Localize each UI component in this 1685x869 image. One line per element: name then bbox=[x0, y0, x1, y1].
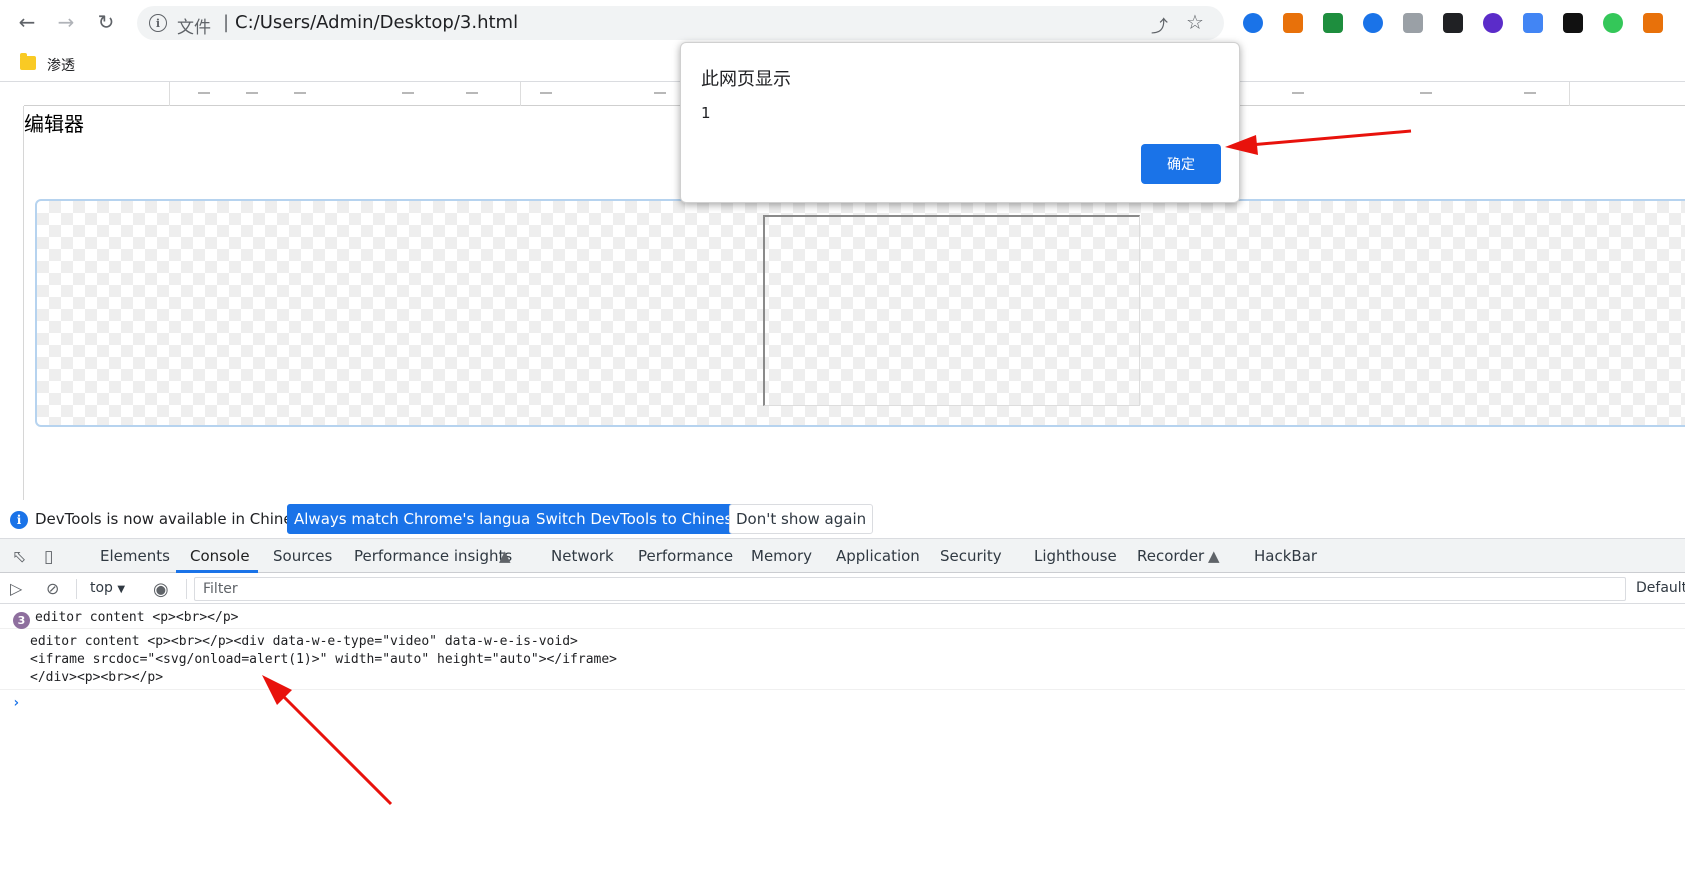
bookmark-folder-label[interactable]: 渗透 bbox=[47, 55, 75, 75]
address-separator: | bbox=[223, 12, 230, 33]
context-selector[interactable]: top ▼ bbox=[90, 580, 125, 596]
tab-memory[interactable]: Memory bbox=[751, 547, 812, 565]
folder-icon[interactable] bbox=[20, 53, 36, 70]
tab-recorder[interactable]: Recorder bbox=[1137, 547, 1204, 565]
extension-icon[interactable] bbox=[1443, 13, 1463, 33]
switch-to-chinese-button[interactable]: Switch DevTools to Chinese bbox=[529, 504, 749, 534]
tab-performance-insights[interactable]: Performance insights bbox=[354, 547, 512, 565]
sidebar-toggle-icon[interactable]: ▷ bbox=[10, 579, 22, 598]
flask-icon: ▲ bbox=[1208, 547, 1220, 565]
address-bar[interactable]: i 文件 | C:/Users/Admin/Desktop/3.html ⤴ ☆ bbox=[137, 6, 1224, 40]
log-text: <iframe srcdoc="<svg/onload=alert(1)>" w… bbox=[30, 652, 617, 667]
reload-icon[interactable]: ↻ bbox=[93, 9, 119, 35]
context-value: top bbox=[90, 580, 113, 596]
console-filter-input[interactable] bbox=[194, 577, 1626, 601]
ok-button[interactable]: 确定 bbox=[1141, 144, 1221, 184]
info-icon: i bbox=[10, 511, 28, 529]
repeat-count-badge: 3 bbox=[13, 612, 30, 629]
clear-console-icon[interactable]: ⊘ bbox=[46, 579, 59, 598]
console-message: 3 editor content <p><br></p> bbox=[0, 605, 1685, 629]
tab-console[interactable]: Console bbox=[190, 547, 250, 565]
log-text: </div><p><br></p> bbox=[30, 670, 164, 685]
extension-icon[interactable] bbox=[1603, 13, 1623, 33]
extension-icon[interactable] bbox=[1483, 13, 1503, 33]
dialog-message: 1 bbox=[701, 104, 711, 122]
dialog-title: 此网页显示 bbox=[701, 69, 791, 90]
log-text: editor content <p><br></p> bbox=[35, 610, 239, 625]
tab-lighthouse[interactable]: Lighthouse bbox=[1034, 547, 1117, 565]
match-language-button[interactable]: Always match Chrome's language bbox=[287, 504, 556, 534]
extension-icon[interactable] bbox=[1643, 13, 1663, 33]
devtools-tab-bar: ⬁ ▯ Elements Console Sources Performance… bbox=[0, 539, 1685, 573]
inspect-element-icon[interactable]: ⬁ bbox=[12, 547, 26, 567]
browser-toolbar: ← → ↻ i 文件 | C:/Users/Admin/Desktop/3.ht… bbox=[0, 0, 1685, 44]
extension-icon[interactable] bbox=[1523, 13, 1543, 33]
tab-network[interactable]: Network bbox=[551, 547, 614, 565]
extension-icon[interactable] bbox=[1283, 13, 1303, 33]
device-toolbar-icon[interactable]: ▯ bbox=[44, 547, 53, 567]
back-arrow-icon[interactable]: ← bbox=[14, 9, 40, 35]
tab-security[interactable]: Security bbox=[940, 547, 1002, 565]
tab-elements[interactable]: Elements bbox=[100, 547, 170, 565]
alert-dialog: 此网页显示 1 确定 bbox=[680, 42, 1240, 203]
console-log-area: 3 editor content <p><br></p> editor cont… bbox=[0, 605, 1685, 869]
console-message: editor content <p><br></p><div data-w-e-… bbox=[0, 629, 1685, 690]
console-toolbar: ▷ ⊘ top ▼ ◉ Default bbox=[0, 573, 1685, 604]
extension-icon[interactable] bbox=[1403, 13, 1423, 33]
log-levels-selector[interactable]: Default bbox=[1636, 580, 1685, 596]
log-text: editor content <p><br></p><div data-w-e-… bbox=[30, 634, 578, 649]
page-title: 编辑器 bbox=[24, 112, 84, 136]
share-icon[interactable]: ⤴ bbox=[1151, 12, 1168, 37]
tab-sources[interactable]: Sources bbox=[273, 547, 332, 565]
address-url[interactable]: C:/Users/Admin/Desktop/3.html bbox=[235, 12, 518, 33]
console-prompt-chevron[interactable]: › bbox=[12, 695, 20, 711]
forward-arrow-icon[interactable]: → bbox=[53, 9, 79, 35]
eye-icon[interactable]: ◉ bbox=[153, 579, 169, 600]
extension-icon[interactable] bbox=[1563, 13, 1583, 33]
tab-performance[interactable]: Performance bbox=[638, 547, 733, 565]
tab-hackbar[interactable]: HackBar bbox=[1254, 547, 1317, 565]
extension-icon[interactable] bbox=[1323, 13, 1343, 33]
dont-show-again-button[interactable]: Don't show again bbox=[729, 504, 874, 534]
site-info-icon[interactable]: i bbox=[149, 14, 167, 32]
devtools-panel: i DevTools is now available in Chinese! … bbox=[0, 500, 1685, 869]
flask-icon: ▲ bbox=[499, 547, 511, 565]
editor-content-area[interactable] bbox=[35, 199, 1685, 427]
tab-application[interactable]: Application bbox=[836, 547, 920, 565]
left-border-rule bbox=[23, 106, 24, 537]
bookmark-star-icon[interactable]: ☆ bbox=[1186, 10, 1204, 34]
extension-icon[interactable] bbox=[1243, 13, 1263, 33]
embedded-iframe bbox=[763, 215, 1140, 406]
chevron-down-icon: ▼ bbox=[117, 584, 126, 595]
address-scheme: 文件 bbox=[177, 18, 211, 38]
language-notice-bar: i DevTools is now available in Chinese! … bbox=[0, 500, 1685, 539]
extension-icon[interactable] bbox=[1363, 13, 1383, 33]
notice-message: DevTools is now available in Chinese! bbox=[35, 510, 316, 528]
